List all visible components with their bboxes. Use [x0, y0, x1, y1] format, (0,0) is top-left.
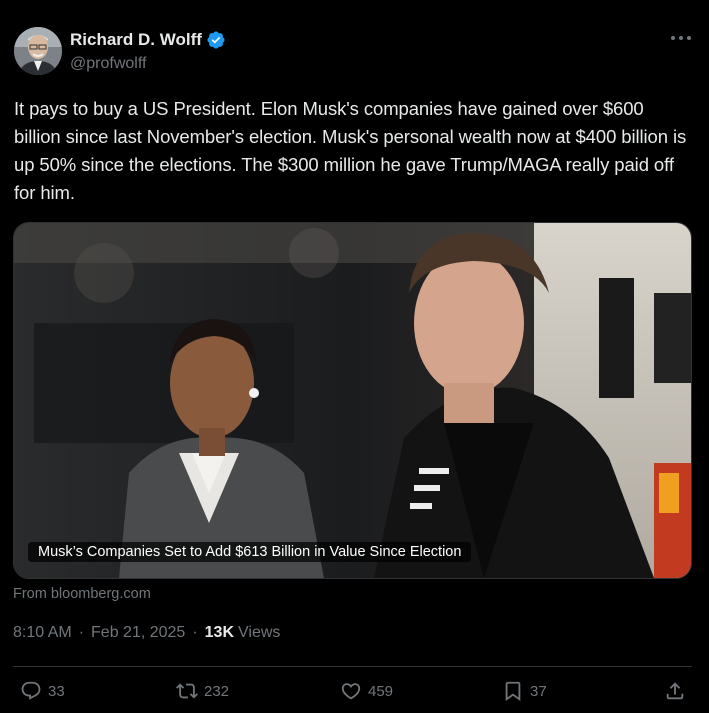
heart-icon: [341, 683, 361, 700]
post: Richard D. Wolff @profwolff It pays to b…: [0, 0, 709, 713]
more-dots-icon[interactable]: [671, 32, 691, 44]
link-source[interactable]: From bloomberg.com: [13, 586, 151, 602]
author-handle[interactable]: @profwolff: [70, 55, 146, 73]
post-text: It pays to buy a US President. Elon Musk…: [14, 98, 687, 203]
share-upload-icon: [666, 682, 684, 700]
repost-count: 232: [204, 682, 230, 700]
repost-arrows-icon: [176, 683, 198, 699]
author-display-name[interactable]: Richard D. Wolff: [70, 30, 202, 50]
bookmark-count: 37: [530, 682, 547, 700]
bookmark-icon: [505, 681, 521, 702]
repost-button[interactable]: 232: [176, 680, 229, 702]
meta-separator: ·: [192, 624, 198, 641]
views-label: Views: [238, 624, 281, 641]
action-bar: 33 232 459 37: [0, 676, 709, 712]
share-button[interactable]: [664, 680, 686, 702]
like-button[interactable]: 459: [340, 680, 393, 702]
reply-bubble-icon: [21, 681, 41, 700]
avatar-image: [14, 27, 62, 75]
media-card[interactable]: Musk’s Companies Set to Add $613 Billion…: [13, 222, 692, 579]
post-time[interactable]: 8:10 AM: [13, 624, 72, 642]
reply-count: 33: [48, 682, 65, 700]
verified-badge-icon: [206, 30, 226, 50]
author-name-row[interactable]: Richard D. Wolff: [70, 30, 226, 50]
media-photo: [14, 223, 691, 578]
media-caption: Musk’s Companies Set to Add $613 Billion…: [28, 542, 472, 562]
reply-button[interactable]: 33: [20, 680, 65, 702]
meta-separator: ·: [78, 624, 85, 641]
like-count: 459: [368, 682, 394, 700]
post-meta: 8:10 AM · Feb 21, 2025 · 13K Views: [13, 624, 280, 642]
divider: [13, 666, 692, 667]
bookmark-button[interactable]: 37: [502, 680, 547, 702]
post-date[interactable]: Feb 21, 2025: [91, 624, 185, 642]
views-count[interactable]: 13K: [205, 624, 234, 642]
author-avatar[interactable]: [14, 27, 62, 75]
